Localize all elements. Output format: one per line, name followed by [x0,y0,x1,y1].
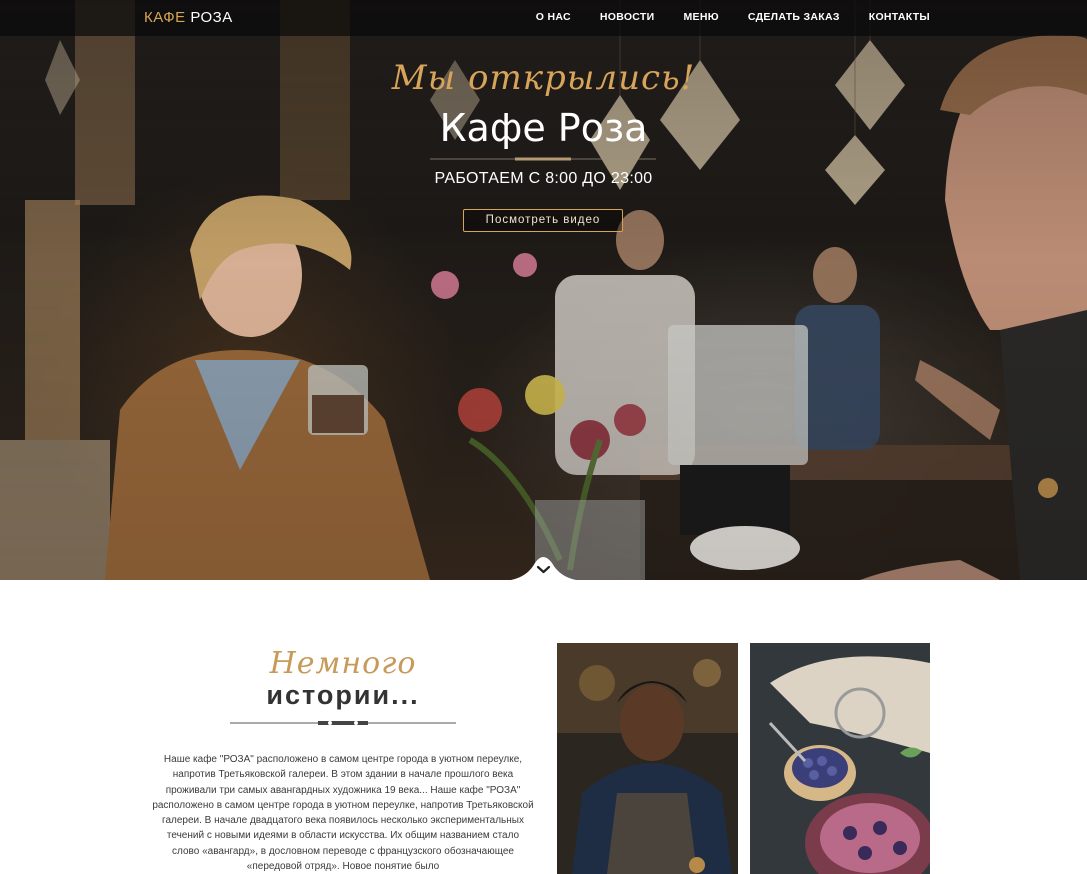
top-navigation-bar: КАФЕ РОЗА О НАС НОВОСТИ МЕНЮ СДЕЛАТЬ ЗАК… [0,0,1087,36]
nav-about[interactable]: О НАС [536,11,571,23]
history-text: Наше кафе "РОЗА" расположено в самом цен… [152,754,534,873]
opening-hours: РАБОТАЕМ С 8:00 ДО 23:00 [434,170,653,187]
nav-news[interactable]: НОВОСТИ [600,11,655,23]
logo-word-roza: РОЗА [190,9,233,26]
nav-menu[interactable]: МЕНЮ [683,11,718,23]
hero-title: Кафе Роза [439,106,648,150]
hero-script-heading: Мы открылись! [391,58,696,98]
watch-video-button[interactable]: Посмотреть видео [463,209,623,232]
nav-contacts[interactable]: КОНТАКТЫ [869,11,930,23]
dessert-photo [750,643,930,874]
site-logo[interactable]: КАФЕ РОЗА [144,9,233,26]
hero-ornament-divider [430,157,656,161]
barista-photo [557,643,738,874]
history-script-heading: Немного [269,646,417,681]
history-ornament-divider [230,721,456,725]
hero-section: КАФЕ РОЗА О НАС НОВОСТИ МЕНЮ СДЕЛАТЬ ЗАК… [0,0,1087,580]
main-nav: О НАС НОВОСТИ МЕНЮ СДЕЛАТЬ ЗАКАЗ КОНТАКТ… [536,11,930,23]
scroll-down-button[interactable] [500,548,587,580]
nav-order[interactable]: СДЕЛАТЬ ЗАКАЗ [748,11,840,23]
history-title: истории... [266,680,420,710]
logo-word-cafe: КАФЕ [144,9,186,26]
